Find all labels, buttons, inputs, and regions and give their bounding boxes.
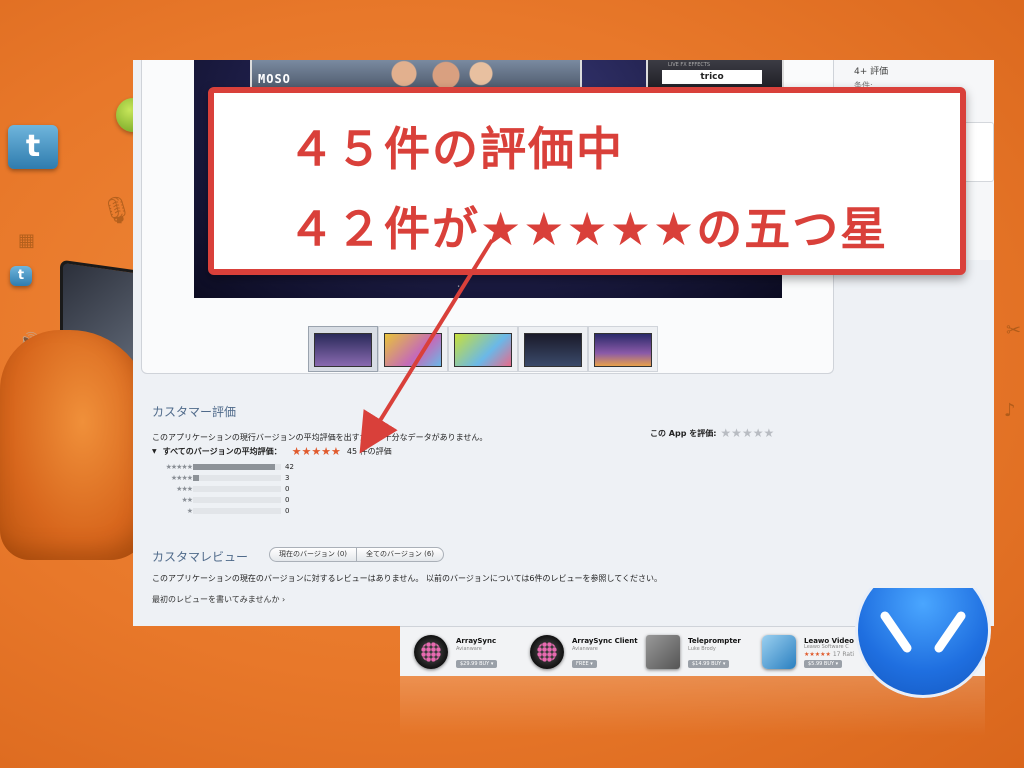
app-rating-stars: ★★★★★ 17 Rati [804, 651, 855, 658]
tab-current-version[interactable]: 現在のバージョン (0) [270, 548, 356, 561]
histogram-bar [193, 508, 281, 514]
rating-count: 45 件の評価 [346, 447, 392, 456]
version-segmented-control: 現在のバージョン (0) 全てのバージョン (6) [269, 547, 445, 562]
app-developer: Luke Brody [688, 646, 716, 652]
histogram-bar [193, 464, 281, 470]
histogram-row: ★★★★★ 42 [152, 463, 294, 474]
histogram-count: 42 [285, 463, 294, 471]
histogram-stars: ★★★★★ [165, 463, 193, 471]
app-developer: Avianware [572, 646, 598, 652]
histogram-count: 0 [285, 496, 290, 504]
armchair-illustration [0, 330, 150, 560]
histogram-count: 0 [285, 507, 290, 515]
write-review-link[interactable]: 最初のレビューを書いてみませんか › [152, 594, 285, 605]
histogram-stars: ★ [186, 507, 193, 515]
insufficient-data-message: このアプリケーションの現行バージョンの平均評価を出すための十分なデータがありませ… [152, 433, 488, 442]
scissors-icon: ✂ [1006, 320, 1022, 341]
all-versions-label: すべてのバージョンの平均評価： [162, 447, 282, 456]
histogram-row: ★★★★ 3 [152, 474, 292, 485]
rating-histogram: ★★★★★ 42 ★★★★ 3 ★★★ 0 ★★ 0 ★ 0 [152, 463, 294, 519]
callout-line-2: ４２件が★★★★★の五つ星 [288, 202, 889, 256]
teleprompter-icon [646, 635, 680, 669]
app-price-button[interactable]: FREE ▾ [572, 660, 597, 668]
age-rating: 4+ 評価 [854, 67, 889, 77]
app-price-button[interactable]: $5.99 BUY ▾ [804, 660, 843, 668]
screenshot-thumbnail-2[interactable] [378, 326, 448, 372]
app-developer: Avianware [456, 646, 482, 652]
annotation-callout: ４５件の評価中 ４２件が★★★★★の五つ星 [208, 87, 966, 275]
screenshot-thumbnail-3[interactable] [448, 326, 518, 372]
average-rating-stars: ★★★★★ [291, 445, 341, 458]
fx-effect-name: trico [662, 70, 762, 84]
histogram-count: 0 [285, 485, 290, 493]
disclosure-triangle-icon[interactable]: ▼ [152, 448, 157, 455]
arraysync-icon [414, 635, 448, 669]
app-card[interactable]: ArraySync Client Avianware FREE ▾ [520, 633, 638, 673]
microphone-icon: 🎙 [100, 196, 134, 226]
histogram-stars: ★★★ [176, 485, 193, 493]
app-store-logo-icon [855, 588, 991, 698]
app-name: ArraySync Client [572, 637, 638, 645]
histogram-stars: ★★★★ [170, 474, 193, 482]
ratings-section-title: カスタマー評価 [152, 405, 237, 419]
screenshot-thumbnail-1[interactable] [308, 326, 378, 372]
no-reviews-message: このアプリケーションの現在のバージョンに対するレビューはありません。 以前のバー… [152, 574, 663, 583]
rate-app-label: この App を評価: [650, 428, 717, 438]
twitter-tile-icon: t [8, 125, 58, 169]
app-card[interactable]: ArraySync Avianware $29.99 BUY ▾ [404, 633, 519, 673]
reviews-section-title: カスタマレビュー [152, 550, 249, 564]
app-price-button[interactable]: $29.99 BUY ▾ [456, 660, 498, 668]
app-card[interactable]: Leawo Video C Leawo Software C ★★★★★ 17 … [752, 633, 867, 673]
all-versions-rating: ▼ すべてのバージョンの平均評価： ★★★★★ 45 件の評価 [152, 446, 392, 457]
arraysync-client-icon [530, 635, 564, 669]
app-name: Teleprompter [688, 637, 741, 645]
film-icon: ▦ [18, 230, 36, 251]
music-note-icon: ♪ [1004, 400, 1016, 421]
rate-this-app: この App を評価: ★★★★★ [650, 427, 774, 439]
histogram-row: ★★ 0 [152, 496, 292, 507]
histogram-bar [193, 486, 281, 492]
fx-effects-label: LIVE FX EFFECTS [668, 62, 711, 68]
histogram-bar [193, 475, 281, 481]
twitter-small-icon: t [10, 266, 32, 286]
app-developer: Leawo Software C [804, 644, 849, 650]
histogram-stars: ★★ [181, 496, 193, 504]
app-price-button[interactable]: $14.99 BUY ▾ [688, 660, 730, 668]
app-card[interactable]: Teleprompter Luke Brody $14.99 BUY ▾ [636, 633, 751, 673]
histogram-row: ★★★ 0 [152, 485, 292, 496]
histogram-bar [193, 497, 281, 503]
callout-line-1: ４５件の評価中 [288, 122, 624, 176]
histogram-count: 3 [285, 474, 290, 482]
leawo-video-icon [762, 635, 796, 669]
moso-logo: MOSO [258, 72, 291, 86]
rate-app-stars[interactable]: ★★★★★ [720, 427, 774, 439]
app-name: ArraySync [456, 637, 497, 645]
tab-all-versions[interactable]: 全てのバージョン (6) [356, 548, 443, 561]
screenshot-thumbnail-5[interactable] [588, 326, 658, 372]
screenshot-thumbnail-4[interactable] [518, 326, 588, 372]
histogram-row: ★ 0 [152, 507, 292, 518]
